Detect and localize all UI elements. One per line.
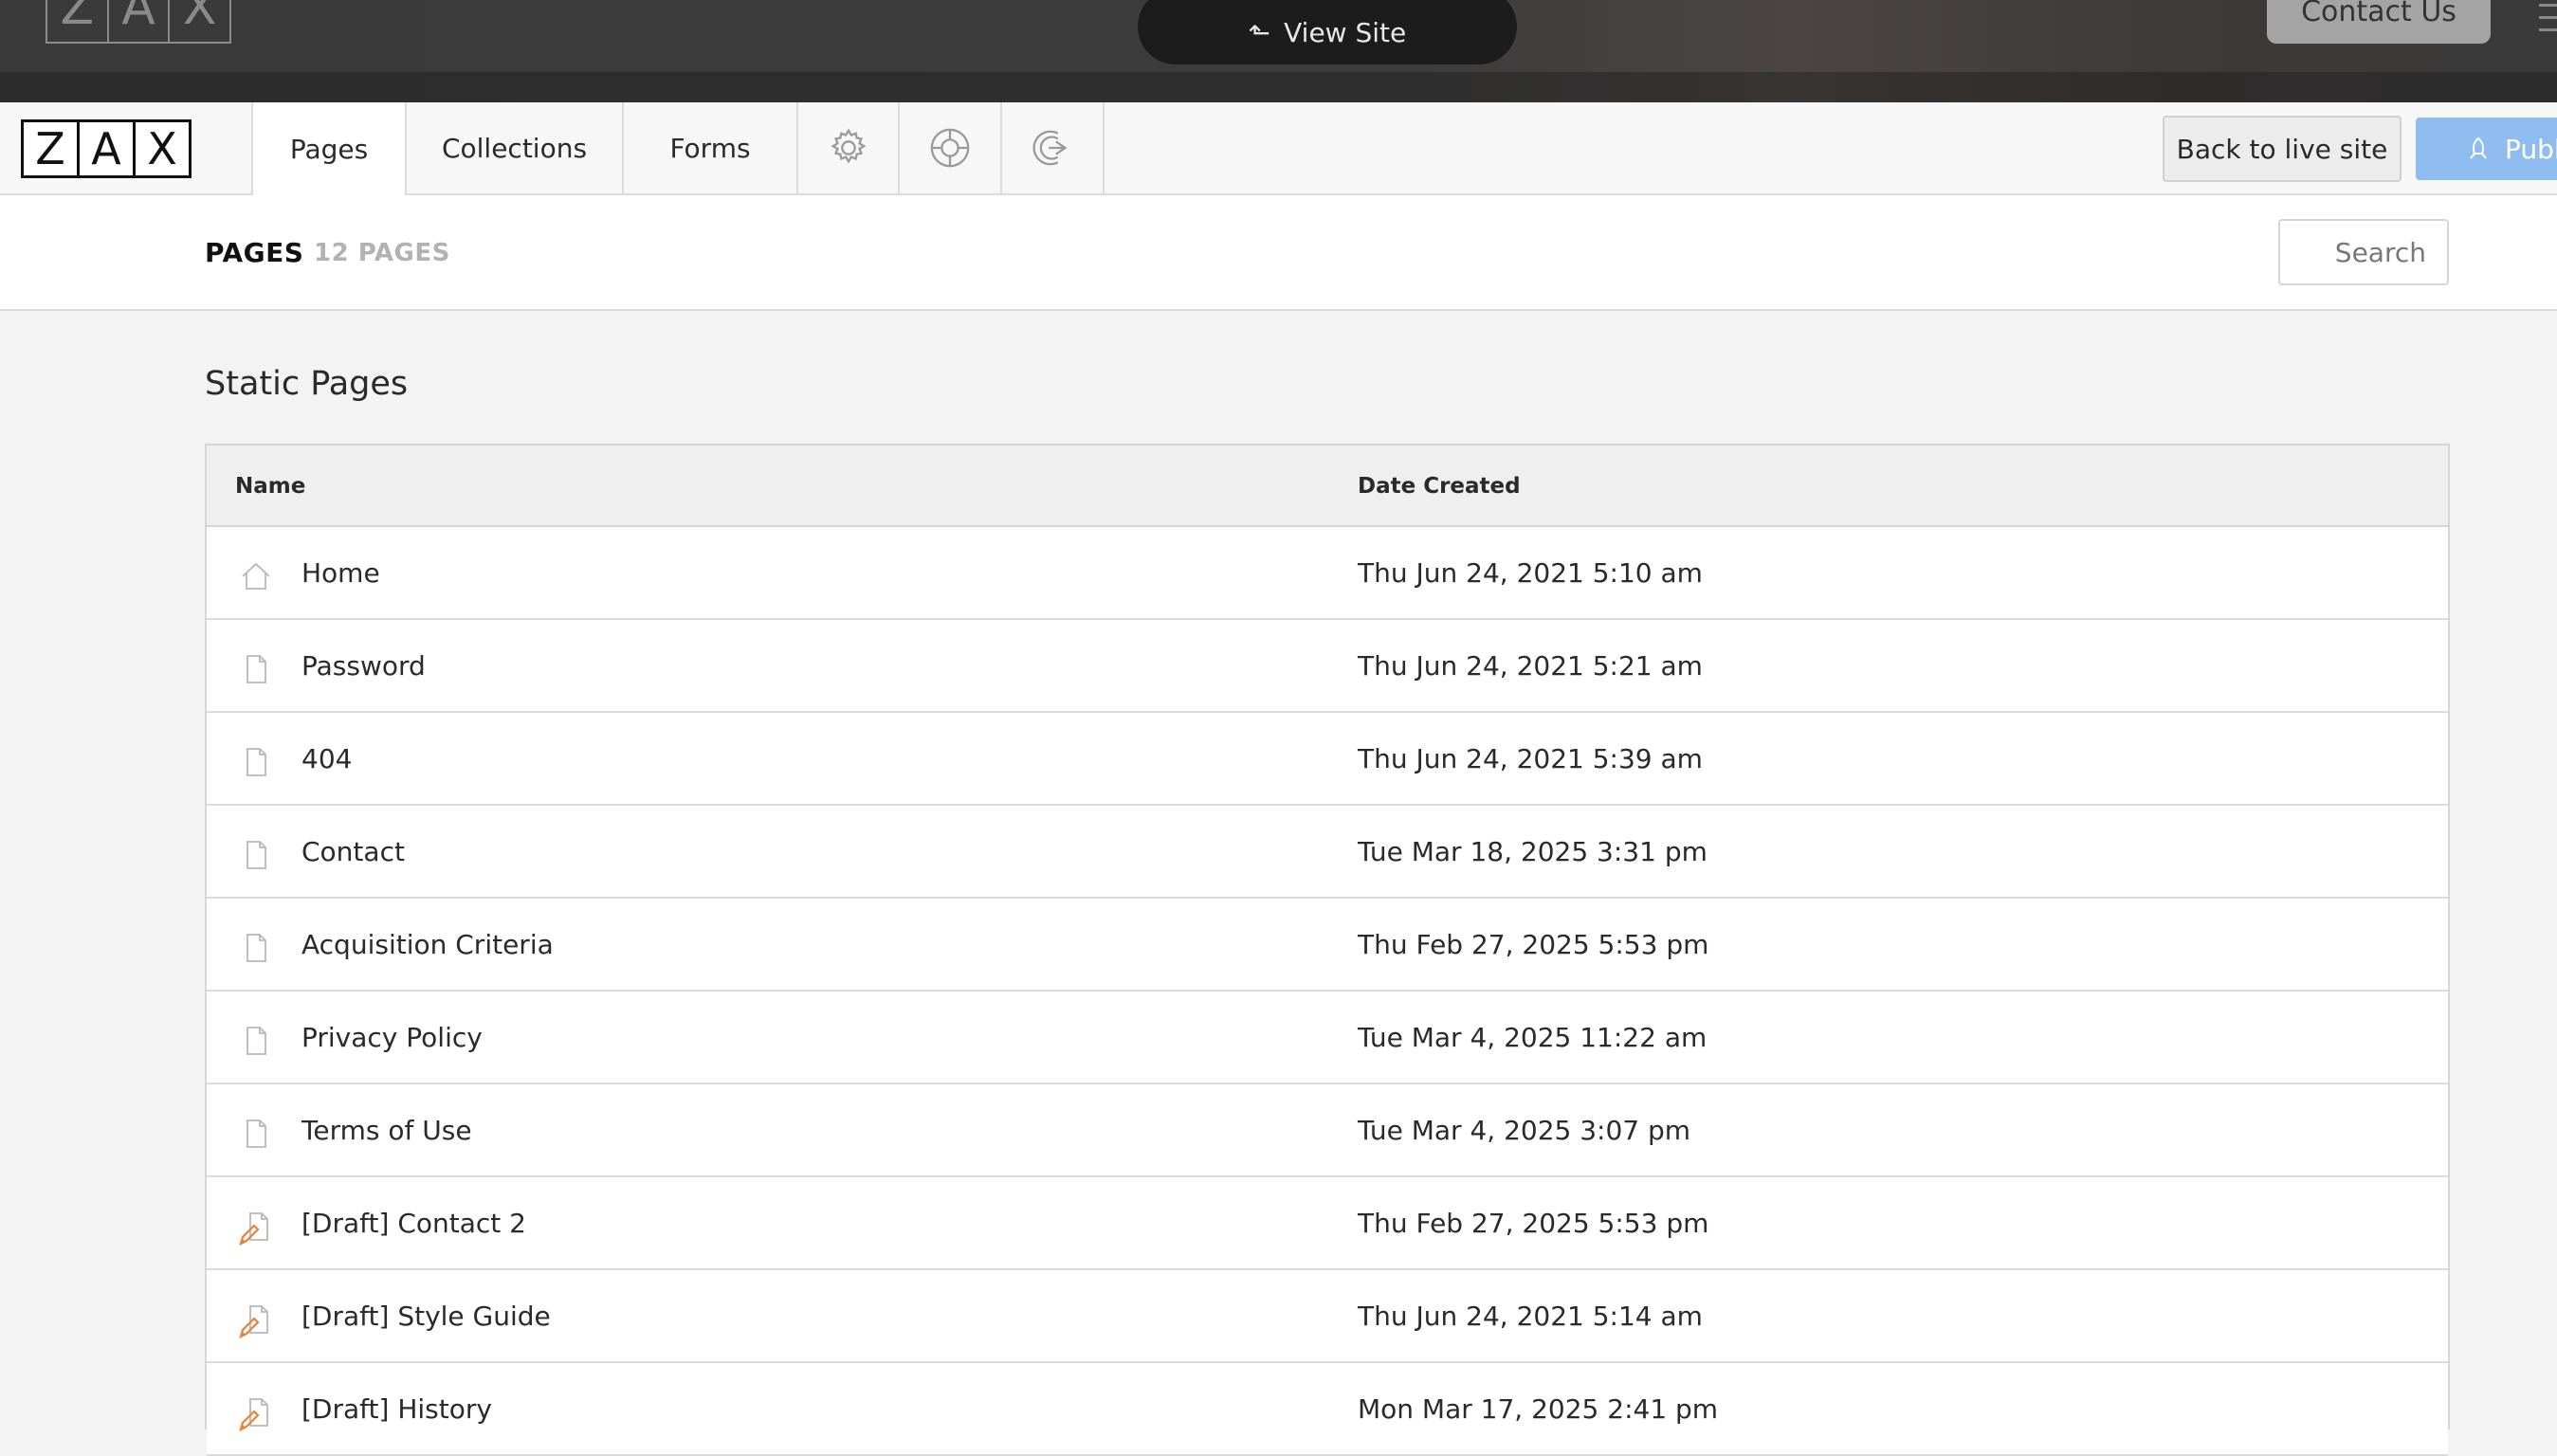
draft-page-icon [239,1210,273,1247]
tab-logout[interactable] [1002,102,1105,193]
page-date-created: Thu Jun 24, 2021 5:39 am [1358,743,1703,774]
back-to-live-site-button[interactable]: Back to live site [2163,116,2402,182]
table-row[interactable]: Password Thu Jun 24, 2021 5:21 am [207,620,2448,713]
view-site-label: View Site [1284,16,1407,48]
table-row[interactable]: Terms of Use Tue Mar 4, 2025 3:07 pm [207,1084,2448,1177]
page-date-created: Mon Mar 17, 2025 2:41 pm [1358,1393,1719,1425]
page-date-created: Thu Jun 24, 2021 5:14 am [1358,1301,1703,1332]
page-count: 12 PAGES [314,239,450,267]
table-header: Name Date Created [207,446,2448,527]
page-date-created: Tue Mar 4, 2025 3:07 pm [1358,1115,1691,1146]
column-header-date[interactable]: Date Created [1358,474,1521,499]
page-date-created: Thu Jun 24, 2021 5:10 am [1358,557,1703,589]
home-icon [239,559,273,593]
tab-pages[interactable]: Pages [251,102,407,195]
tab-help[interactable] [900,102,1002,193]
table-row[interactable]: [Draft] Contact 2 Thu Feb 27, 2025 5:53 p… [207,1177,2448,1270]
page-icon [239,838,273,872]
rocket-icon [2470,136,2487,159]
page-name[interactable]: Acquisition Criteria [301,929,554,960]
menu-icon[interactable] [2539,4,2557,41]
table-row[interactable]: Home Thu Jun 24, 2021 5:10 am [207,527,2448,620]
page-icon [239,1024,273,1058]
table-row[interactable]: Acquisition Criteria Thu Feb 27, 2025 5:5… [207,899,2448,992]
tab-settings[interactable] [798,102,900,193]
page-title: PAGES [205,237,304,268]
page-name[interactable]: Password [301,650,426,682]
page-icon [239,652,273,686]
page-date-created: Tue Mar 18, 2025 3:31 pm [1358,836,1708,867]
table-body: Home Thu Jun 24, 2021 5:10 am Password Thu … [207,527,2448,1456]
page-name[interactable]: [Draft] Style Guide [301,1301,551,1332]
page-date-created: Tue Mar 4, 2025 11:22 am [1358,1022,1708,1053]
gear-icon [830,128,867,164]
page-name[interactable]: Terms of Use [301,1115,472,1146]
section-title: Static Pages [205,365,409,403]
site-bar-stripe [0,72,2557,102]
page-name[interactable]: Privacy Policy [301,1022,483,1053]
page-name[interactable]: Home [301,557,380,589]
page-date-created: Thu Feb 27, 2025 5:53 pm [1358,1208,1709,1239]
admin-logo-letter-z: Z [24,122,80,175]
page-name[interactable]: [Draft] Contact 2 [301,1208,526,1239]
site-preview-bar: Z A X ⬑ View Site Contact Us [0,0,2557,102]
publish-label: Publ [2505,133,2557,165]
site-logo-letter-a: A [109,0,171,42]
page-date-created: Thu Jun 24, 2021 5:21 am [1358,650,1703,682]
admin-nav: Z A X Pages Collections Forms Back to li… [0,102,2557,195]
lifebuoy-icon [930,128,970,168]
table-row[interactable]: 404 Thu Jun 24, 2021 5:39 am [207,713,2448,806]
table-row[interactable]: Privacy Policy Tue Mar 4, 2025 11:22 am [207,992,2448,1084]
logout-icon [1032,130,1068,166]
table-row[interactable]: [Draft] Style Guide Thu Jun 24, 2021 5:14… [207,1270,2448,1363]
admin-logo-letter-a: A [80,122,136,175]
contact-us-button[interactable]: Contact Us [2267,0,2491,44]
site-logo-letter-z: Z [47,0,109,42]
page-name[interactable]: Contact [301,836,405,867]
arrow-up-icon: ⬑ [1248,16,1271,48]
page-date-created: Thu Feb 27, 2025 5:53 pm [1358,929,1709,960]
page-icon [239,1117,273,1151]
pages-table: Name Date Created Home Thu Jun 24, 2021 5… [205,444,2450,1456]
tab-collections[interactable]: Collections [407,102,624,193]
page-name[interactable]: [Draft] History [301,1393,492,1425]
pages-header: PAGES 12 PAGES Search [0,195,2557,311]
view-site-button[interactable]: ⬑ View Site [1138,0,1517,64]
site-logo[interactable]: Z A X [46,0,231,44]
table-row[interactable]: Contact Tue Mar 18, 2025 3:31 pm [207,806,2448,899]
draft-page-icon [239,1302,273,1339]
column-header-name[interactable]: Name [235,474,305,499]
site-logo-letter-x: X [182,0,217,36]
admin-logo[interactable]: Z A X [21,119,192,178]
tab-forms[interactable]: Forms [624,102,798,193]
table-row[interactable]: [Draft] History Mon Mar 17, 2025 2:41 pm [207,1363,2448,1456]
page-icon [239,745,273,779]
draft-page-icon [239,1395,273,1432]
page-icon [239,931,273,965]
admin-logo-letter-x: X [147,123,177,174]
publish-button[interactable]: Publ [2416,118,2557,180]
search-input[interactable]: Search [2278,219,2449,285]
page-name[interactable]: 404 [301,743,352,774]
